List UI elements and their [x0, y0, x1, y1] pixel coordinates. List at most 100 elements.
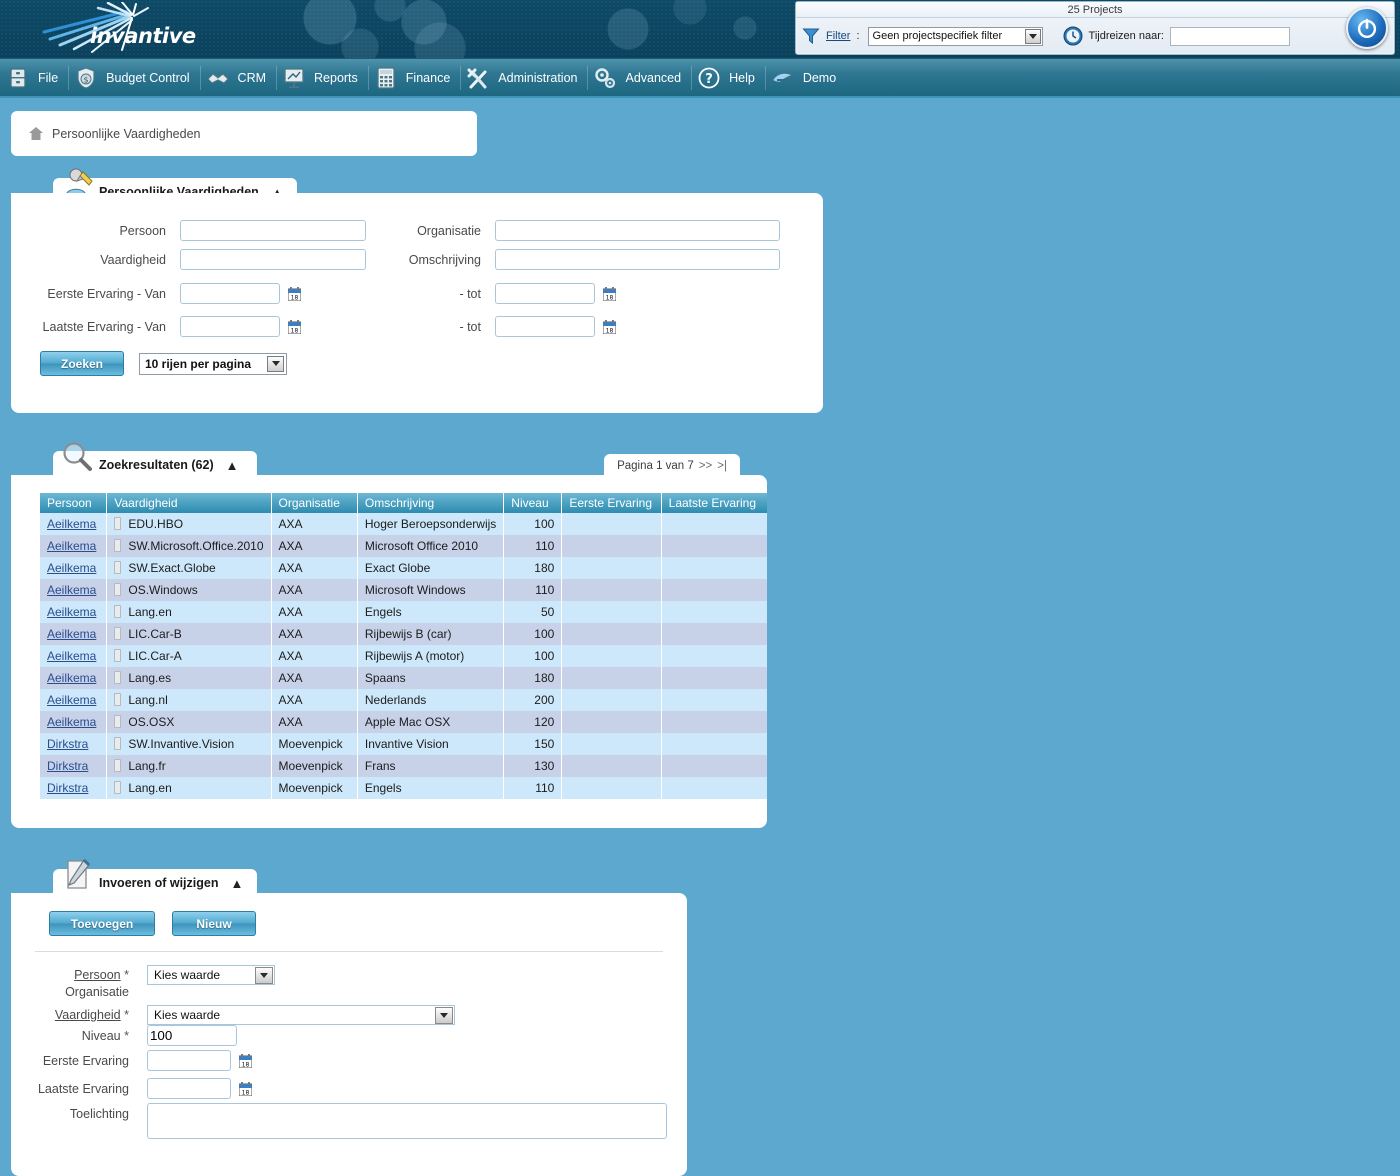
col-persoon[interactable]: Persoon — [40, 493, 107, 513]
table-row[interactable]: DirkstraLang.enMoevenpickEngels110 — [40, 777, 767, 799]
timetravel-input[interactable] — [1170, 27, 1290, 46]
drag-handle-icon[interactable] — [114, 693, 121, 706]
drag-handle-icon[interactable] — [114, 561, 121, 574]
table-row[interactable]: AeilkemaLang.enAXAEngels50 — [40, 601, 767, 623]
eerste-van-input[interactable] — [180, 283, 280, 304]
person-link[interactable]: Aeilkema — [47, 605, 96, 619]
next-page-button[interactable]: >> — [699, 460, 712, 472]
table-row[interactable]: AeilkemaOS.WindowsAXAMicrosoft Windows11… — [40, 579, 767, 601]
menu-item-finance[interactable]: Finance — [368, 58, 460, 98]
eerste-tot-input[interactable] — [495, 283, 595, 304]
drag-handle-icon[interactable] — [114, 627, 121, 640]
toelichting-textarea[interactable] — [147, 1103, 667, 1139]
table-row[interactable]: AeilkemaOS.OSXAXAApple Mac OSX120 — [40, 711, 767, 733]
table-row[interactable]: AeilkemaLIC.Car-BAXARijbewijs B (car)100 — [40, 623, 767, 645]
person-link[interactable]: Aeilkema — [47, 649, 96, 663]
drag-handle-icon[interactable] — [114, 649, 121, 662]
table-row[interactable]: AeilkemaLang.nlAXANederlands200 — [40, 689, 767, 711]
col-omschrijving[interactable]: Omschrijving — [357, 493, 503, 513]
organisatie-input[interactable] — [495, 220, 780, 241]
zoeken-button[interactable]: Zoeken — [40, 351, 124, 376]
menu-item-crm[interactable]: CRM — [200, 58, 276, 98]
person-link[interactable]: Dirkstra — [47, 737, 88, 751]
person-link[interactable]: Dirkstra — [47, 781, 88, 795]
person-link[interactable]: Aeilkema — [47, 627, 96, 641]
col-vaardigheid[interactable]: Vaardigheid — [107, 493, 271, 513]
cell-persoon[interactable]: Aeilkema — [40, 667, 107, 689]
niveau-input[interactable] — [147, 1025, 237, 1046]
cell-persoon[interactable]: Aeilkema — [40, 557, 107, 579]
nieuw-button[interactable]: Nieuw — [172, 911, 256, 936]
calendar-icon[interactable]: 18 — [603, 320, 616, 334]
menu-item-demo[interactable]: Demo — [765, 58, 846, 98]
table-row[interactable]: DirkstraSW.Invantive.VisionMoevenpickInv… — [40, 733, 767, 755]
table-row[interactable]: AeilkemaLIC.Car-AAXARijbewijs A (motor)1… — [40, 645, 767, 667]
drag-handle-icon[interactable] — [114, 605, 121, 618]
col-eerste-ervaring[interactable]: Eerste Ervaring — [562, 493, 661, 513]
drag-handle-icon[interactable] — [114, 759, 121, 772]
person-link[interactable]: Dirkstra — [47, 759, 88, 773]
col-organisatie[interactable]: Organisatie — [271, 493, 357, 513]
menu-item-help[interactable]: ? Help — [691, 58, 765, 98]
drag-handle-icon[interactable] — [114, 737, 121, 750]
menu-item-reports[interactable]: Reports — [276, 58, 368, 98]
menu-item-file[interactable]: File — [0, 58, 68, 98]
chevron-down-icon[interactable] — [1025, 29, 1041, 44]
entry-eerste-ervaring-input[interactable] — [147, 1050, 231, 1071]
vaardigheid-input[interactable] — [180, 249, 366, 270]
menu-item-budget-control[interactable]: $ Budget Control — [68, 58, 199, 98]
persoon-select[interactable]: Kies waarde — [147, 965, 275, 985]
calendar-icon[interactable]: 18 — [288, 320, 301, 334]
project-filter-select[interactable]: Geen projectspecifiek filter — [868, 27, 1043, 46]
table-row[interactable]: AeilkemaLang.esAXASpaans180 — [40, 667, 767, 689]
cell-persoon[interactable]: Aeilkema — [40, 623, 107, 645]
calendar-icon[interactable]: 18 — [603, 287, 616, 301]
person-link[interactable]: Aeilkema — [47, 693, 96, 707]
chevron-down-icon[interactable] — [255, 967, 273, 984]
cell-persoon[interactable]: Aeilkema — [40, 535, 107, 557]
calendar-icon[interactable]: 18 — [239, 1082, 252, 1096]
drag-handle-icon[interactable] — [114, 517, 121, 530]
person-link[interactable]: Aeilkema — [47, 583, 96, 597]
person-link[interactable]: Aeilkema — [47, 671, 96, 685]
chevron-down-icon[interactable] — [267, 356, 284, 372]
cell-persoon[interactable]: Aeilkema — [40, 711, 107, 733]
cell-persoon[interactable]: Dirkstra — [40, 777, 107, 799]
toevoegen-button[interactable]: Toevoegen — [49, 911, 155, 936]
rows-per-page-select[interactable]: 10 rijen per pagina — [139, 353, 287, 375]
menu-item-administration[interactable]: Administration — [460, 58, 587, 98]
calendar-icon[interactable]: 18 — [239, 1054, 252, 1068]
cell-persoon[interactable]: Aeilkema — [40, 601, 107, 623]
table-row[interactable]: AeilkemaSW.Microsoft.Office.2010AXAMicro… — [40, 535, 767, 557]
calendar-icon[interactable]: 18 — [288, 287, 301, 301]
cell-persoon[interactable]: Aeilkema — [40, 513, 107, 535]
vaardigheid-select[interactable]: Kies waarde — [147, 1005, 455, 1025]
cell-persoon[interactable]: Aeilkema — [40, 645, 107, 667]
drag-handle-icon[interactable] — [114, 715, 121, 728]
drag-handle-icon[interactable] — [114, 781, 121, 794]
menu-item-advanced[interactable]: Advanced — [587, 58, 691, 98]
chevron-up-icon[interactable]: ▲ — [226, 458, 239, 473]
omschrijving-input[interactable] — [495, 249, 780, 270]
person-link[interactable]: Aeilkema — [47, 715, 96, 729]
table-row[interactable]: DirkstraLang.frMoevenpickFrans130 — [40, 755, 767, 777]
laatste-van-input[interactable] — [180, 316, 280, 337]
filter-link[interactable]: Filter — [826, 30, 850, 42]
table-row[interactable]: AeilkemaSW.Exact.GlobeAXAExact Globe180 — [40, 557, 767, 579]
cell-persoon[interactable]: Aeilkema — [40, 689, 107, 711]
col-niveau[interactable]: Niveau — [504, 493, 562, 513]
person-link[interactable]: Aeilkema — [47, 561, 96, 575]
table-row[interactable]: AeilkemaEDU.HBOAXAHoger Beroepsonderwijs… — [40, 513, 767, 535]
power-icon[interactable] — [1346, 7, 1388, 49]
last-page-button[interactable]: >| — [717, 460, 727, 472]
person-link[interactable]: Aeilkema — [47, 517, 96, 531]
chevron-up-icon[interactable]: ▲ — [230, 876, 243, 891]
persoon-input[interactable] — [180, 220, 366, 241]
chevron-down-icon[interactable] — [435, 1007, 453, 1024]
cell-persoon[interactable]: Dirkstra — [40, 733, 107, 755]
cell-persoon[interactable]: Dirkstra — [40, 755, 107, 777]
drag-handle-icon[interactable] — [114, 539, 121, 552]
drag-handle-icon[interactable] — [114, 583, 121, 596]
person-link[interactable]: Aeilkema — [47, 539, 96, 553]
cell-persoon[interactable]: Aeilkema — [40, 579, 107, 601]
